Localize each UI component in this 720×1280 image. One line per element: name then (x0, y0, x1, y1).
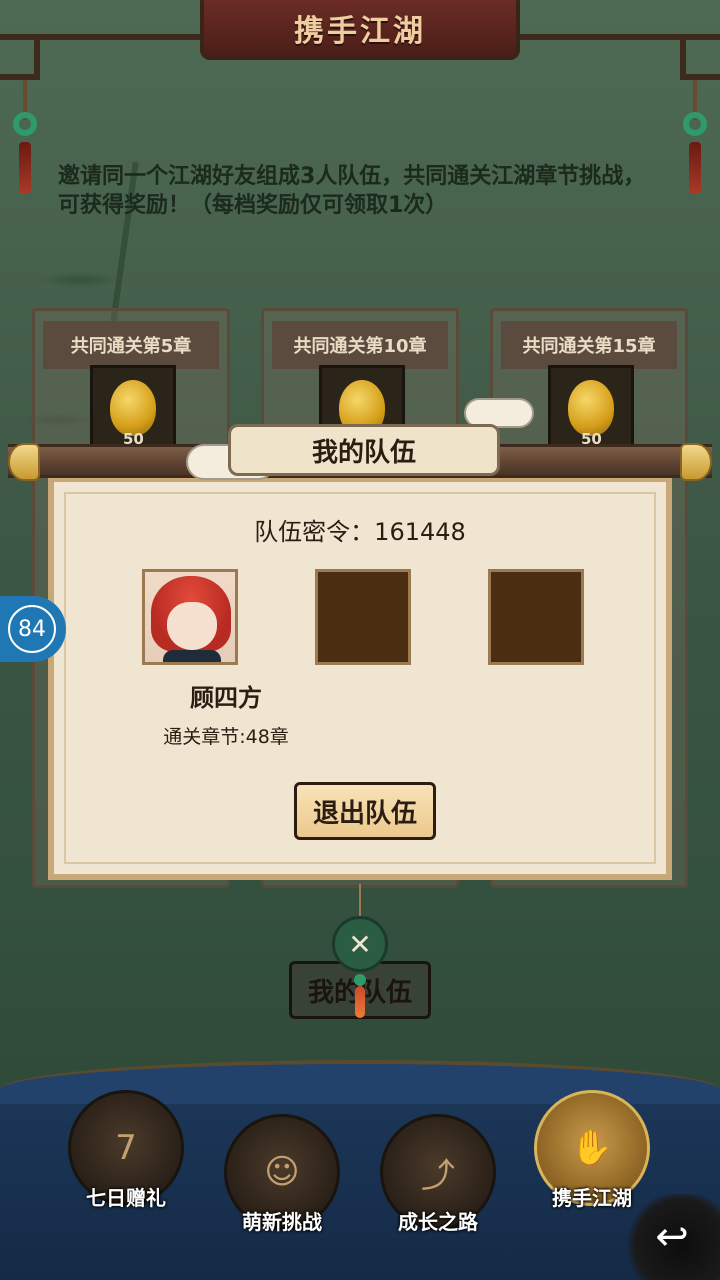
jade-ring-icon (683, 112, 707, 136)
badge-count: 84 (8, 605, 56, 653)
exit-team-button[interactable]: 退出队伍 (294, 782, 436, 840)
frame-corner-left (0, 40, 40, 80)
tassel-icon (19, 142, 31, 194)
nav-hand-in-hand[interactable]: ✋ 携手江湖 (534, 1090, 650, 1211)
nav-label: 萌新挑战 (242, 1210, 322, 1234)
jade-ring-icon (13, 112, 37, 136)
frame-corner-right (680, 40, 720, 80)
rod-cap-right (680, 443, 712, 481)
chapter-label: 共同通关第15章 (501, 321, 677, 369)
page-title: 携手江湖 (294, 14, 426, 49)
dialog-title-plaque: 我的队伍 (228, 424, 500, 476)
nav-label: 成长之路 (398, 1210, 478, 1234)
gourd-icon (110, 380, 156, 436)
tassel-icon (355, 986, 365, 1018)
back-arrow-icon[interactable]: ↩ (624, 1194, 720, 1280)
chapter-label: 共同通关第5章 (43, 321, 219, 369)
side-floating-badge[interactable]: 84 (0, 596, 66, 662)
nav-label: 携手江湖 (552, 1186, 632, 1210)
close-pendant-icon[interactable]: ✕ (332, 916, 388, 972)
nav-label: 七日赠礼 (86, 1186, 166, 1210)
reward-slot[interactable]: 50 (90, 365, 176, 451)
reward-slot[interactable]: 50 (548, 365, 634, 451)
team-password: 队伍密令：161448 (254, 518, 466, 546)
member-progress: 通关章节:48章 (163, 726, 289, 748)
dialog-title: 我的队伍 (311, 437, 416, 468)
avatar (145, 572, 235, 662)
my-team-dialog: 队伍密令：161448 顾四方 通关章节:48章 退出队伍 (48, 476, 672, 880)
rod-cap-left (8, 443, 40, 481)
gourd-icon (568, 380, 614, 436)
member-name: 顾四方 (190, 684, 262, 712)
team-member-slot-3[interactable] (488, 569, 584, 665)
avatar-robe (163, 650, 221, 662)
pendant-string (359, 884, 361, 918)
tassel-icon (689, 142, 701, 194)
chapter-label: 共同通关第10章 (272, 321, 448, 369)
header-banner: 携手江湖 (200, 0, 520, 60)
nav-newbie-challenge[interactable]: ☺ 萌新挑战 (224, 1114, 340, 1235)
nav-growth-path[interactable]: ⤴ 成长之路 (380, 1114, 496, 1235)
avatar-face (167, 602, 217, 650)
team-member-slot-1[interactable] (142, 569, 238, 665)
pendant-bead (354, 974, 366, 986)
nav-seven-day-gift[interactable]: 7 七日赠礼 (68, 1090, 184, 1211)
event-description: 邀请同一个江湖好友组成3人队伍，共同通关江湖章节挑战，可获得奖励！（每档奖励仅可… (58, 164, 646, 218)
team-member-slot-2[interactable] (315, 569, 411, 665)
